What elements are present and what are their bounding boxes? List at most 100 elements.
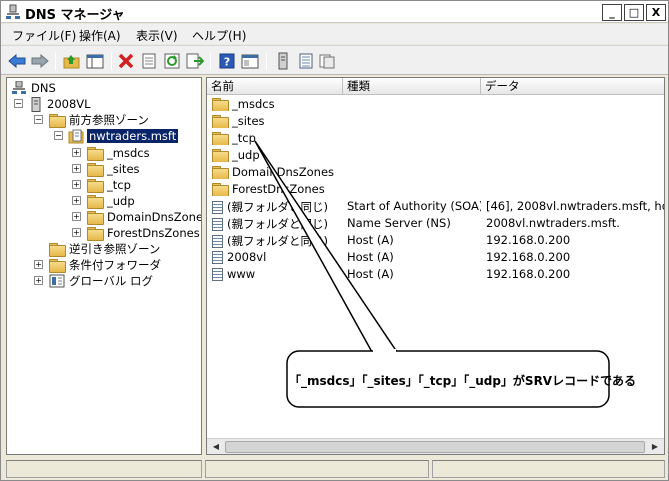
record-type: Host (A) [347, 233, 394, 247]
list-item[interactable]: _udp [207, 147, 664, 164]
expand-sites-button[interactable]: + [72, 164, 81, 173]
menu-file[interactable]: ファイル(F) [12, 27, 76, 44]
show-hide-tree-icon[interactable] [86, 52, 104, 70]
list-item[interactable]: _sites [207, 113, 664, 130]
scroll-left-icon[interactable]: ◀ [208, 440, 224, 454]
list-item[interactable]: 2008vl Host (A) 192.168.0.200 [207, 249, 664, 266]
expand-domaindnszones-button[interactable]: + [72, 212, 81, 221]
refresh-icon[interactable] [163, 52, 181, 70]
forward-arrow-icon[interactable] [31, 52, 49, 70]
expand-forestdnszones-button[interactable]: + [72, 228, 81, 237]
menu-view[interactable]: 表示(V) [136, 27, 178, 44]
zone-icon [68, 129, 84, 143]
tree-label-global-logs: グローバル ログ [69, 274, 154, 288]
tree-node-forestdnszones[interactable]: ForestDnsZones [87, 225, 200, 241]
folder-icon [212, 98, 229, 111]
list-records-icon[interactable] [297, 52, 315, 70]
tree-node-reverse-zones[interactable]: 逆引き参照ゾーン [49, 241, 160, 257]
folder-icon [87, 211, 104, 225]
help-icon[interactable]: ? [218, 52, 236, 70]
list-cell-name: (親フォルダと同じ) [212, 199, 344, 215]
tree-node-zone[interactable]: nwtraders.msft [68, 128, 180, 144]
delete-icon[interactable] [117, 52, 135, 70]
tree-node-global-logs[interactable]: グローバル ログ [49, 273, 153, 289]
list-item[interactable]: ForestDnsZones [207, 181, 664, 198]
console-view-icon[interactable] [241, 52, 259, 70]
status-cell-left [6, 460, 202, 478]
zone-icon[interactable] [318, 52, 336, 70]
expand-msdcs-button[interactable]: + [72, 148, 81, 157]
svg-text:?: ? [224, 56, 230, 69]
tree-label-domaindnszones: DomainDnsZones [107, 210, 202, 224]
tree-node-sites[interactable]: _sites [87, 161, 140, 177]
scroll-right-icon[interactable]: ▶ [647, 440, 663, 454]
record-name: _udp [232, 148, 260, 162]
record-name: www [227, 267, 256, 281]
tree-label-zone: nwtraders.msft [85, 128, 180, 144]
folder-icon [87, 195, 104, 209]
export-list-icon[interactable] [186, 52, 204, 70]
list-item[interactable]: _tcp [207, 130, 664, 147]
folder-icon [212, 132, 229, 145]
list-cell-name: _tcp [212, 131, 344, 145]
tree-node-tcp[interactable]: _tcp [87, 177, 131, 193]
expand-udp-button[interactable]: + [72, 196, 81, 205]
folder-icon [212, 115, 229, 128]
record-type: Start of Authority (SOA) [347, 199, 481, 213]
record-icon [212, 250, 223, 264]
tree-node-dns[interactable]: DNS [11, 80, 56, 96]
list-item[interactable]: (親フォルダと同じ) Host (A) 192.168.0.200 [207, 232, 664, 249]
list-item[interactable]: www Host (A) 192.168.0.200 [207, 266, 664, 283]
horizontal-scrollbar[interactable]: ◀ ▶ [207, 438, 664, 454]
record-icon [212, 267, 223, 281]
expand-conditional-forwarders-button[interactable]: + [34, 260, 43, 269]
back-arrow-icon[interactable] [8, 52, 26, 70]
tree-node-domaindnszones[interactable]: DomainDnsZones [87, 209, 202, 225]
column-header-data[interactable]: データ [481, 78, 664, 95]
close-button[interactable]: X [646, 4, 666, 21]
list-header: 名前 種類 データ [207, 78, 664, 95]
collapse-server-button[interactable]: − [14, 99, 23, 108]
list-item[interactable]: (親フォルダと同じ) Start of Authority (SOA) [46], … [207, 198, 664, 215]
tree-label-server: 2008VL [47, 97, 91, 111]
record-name: _tcp [232, 131, 256, 145]
tree-node-conditional-forwarders[interactable]: 条件付フォワーダ [49, 257, 161, 273]
record-name: ForestDnsZones [232, 182, 325, 196]
properties-icon[interactable] [140, 52, 158, 70]
folder-icon [49, 243, 66, 257]
tree-node-server[interactable]: 2008VL [31, 96, 91, 112]
toolbar: ? [1, 45, 668, 75]
server-icon [31, 96, 41, 112]
expand-tcp-button[interactable]: + [72, 180, 81, 189]
expand-global-logs-button[interactable]: + [34, 276, 43, 285]
record-name: _msdcs [232, 97, 275, 111]
tree-node-msdcs[interactable]: _msdcs [87, 145, 150, 161]
record-name: _sites [232, 114, 265, 128]
up-folder-icon[interactable] [63, 52, 81, 70]
menu-action[interactable]: 操作(A) [79, 27, 121, 44]
column-header-type[interactable]: 種類 [343, 78, 481, 95]
list-item[interactable]: _msdcs [207, 96, 664, 113]
collapse-zone-button[interactable]: − [54, 131, 63, 140]
tree-label-tcp: _tcp [107, 178, 131, 192]
record-data: 192.168.0.200 [486, 233, 571, 247]
record-data: 2008vl.nwtraders.msft. [486, 216, 620, 230]
list-item[interactable]: DomainDnsZones [207, 164, 664, 181]
record-type: Name Server (NS) [347, 216, 451, 230]
tree-node-udp[interactable]: _udp [87, 193, 135, 209]
tree-label-forestdnszones: ForestDnsZones [107, 226, 200, 240]
collapse-forward-zones-button[interactable]: − [34, 115, 43, 124]
status-bar [6, 460, 665, 478]
list-item[interactable]: (親フォルダと同じ) Name Server (NS) 2008vl.nwtrade… [207, 215, 664, 232]
minimize-button[interactable]: _ [602, 4, 622, 21]
maximize-button[interactable]: □ [624, 4, 644, 21]
scrollbar-thumb[interactable] [225, 441, 645, 453]
record-data: 192.168.0.200 [486, 267, 571, 281]
folder-icon [87, 179, 104, 193]
server-icon[interactable] [274, 52, 292, 70]
dns-root-icon [12, 81, 26, 94]
column-header-name[interactable]: 名前 [207, 78, 343, 95]
menu-help[interactable]: ヘルプ(H) [192, 27, 246, 44]
tree-node-forward-zones[interactable]: 前方参照ゾーン [49, 112, 149, 128]
record-name: DomainDnsZones [232, 165, 335, 179]
